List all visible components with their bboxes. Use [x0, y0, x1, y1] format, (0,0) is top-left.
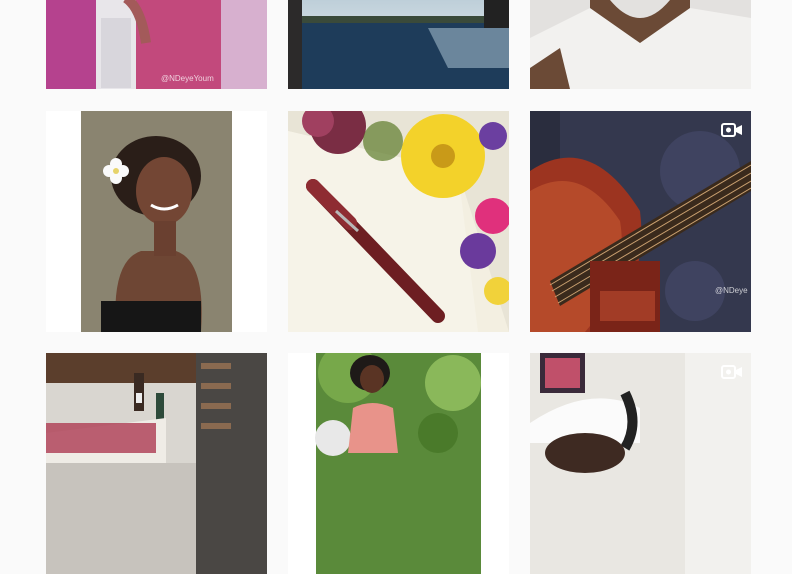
- grid-tile-pen-flowers[interactable]: [288, 111, 509, 332]
- video-camera-icon: [721, 365, 742, 379]
- watermark-text: @NDeyeYoum: [161, 74, 214, 83]
- photo-guitar: [530, 111, 751, 332]
- watermark-text: @NDeye: [715, 286, 748, 295]
- photo-portrait-flower: [46, 111, 267, 332]
- photo-garden: [288, 353, 509, 574]
- photo-ocean: [288, 0, 509, 89]
- grid-tile-white-shirt[interactable]: [530, 0, 751, 89]
- photo-white-cap: [530, 353, 751, 574]
- grid-tile-cap-video[interactable]: [530, 353, 751, 574]
- grid-tile-garden[interactable]: [288, 353, 509, 574]
- grid-tile-guitar-video[interactable]: @NDeye: [530, 111, 751, 332]
- grid-tile-pink-outfit[interactable]: @NDeyeYoum: [46, 0, 267, 89]
- photo-pink-outfit: [46, 0, 267, 89]
- grid-tile-portrait-flower[interactable]: [46, 111, 267, 332]
- photo-kitchen: [46, 353, 267, 574]
- grid-tile-ocean[interactable]: [288, 0, 509, 89]
- photo-grid: @NDeyeYoum @NDeye: [0, 0, 792, 574]
- photo-white-shirt: [530, 0, 751, 89]
- video-camera-icon: [721, 123, 742, 137]
- photo-pen-flowers: [288, 111, 509, 332]
- grid-tile-kitchen[interactable]: [46, 353, 267, 574]
